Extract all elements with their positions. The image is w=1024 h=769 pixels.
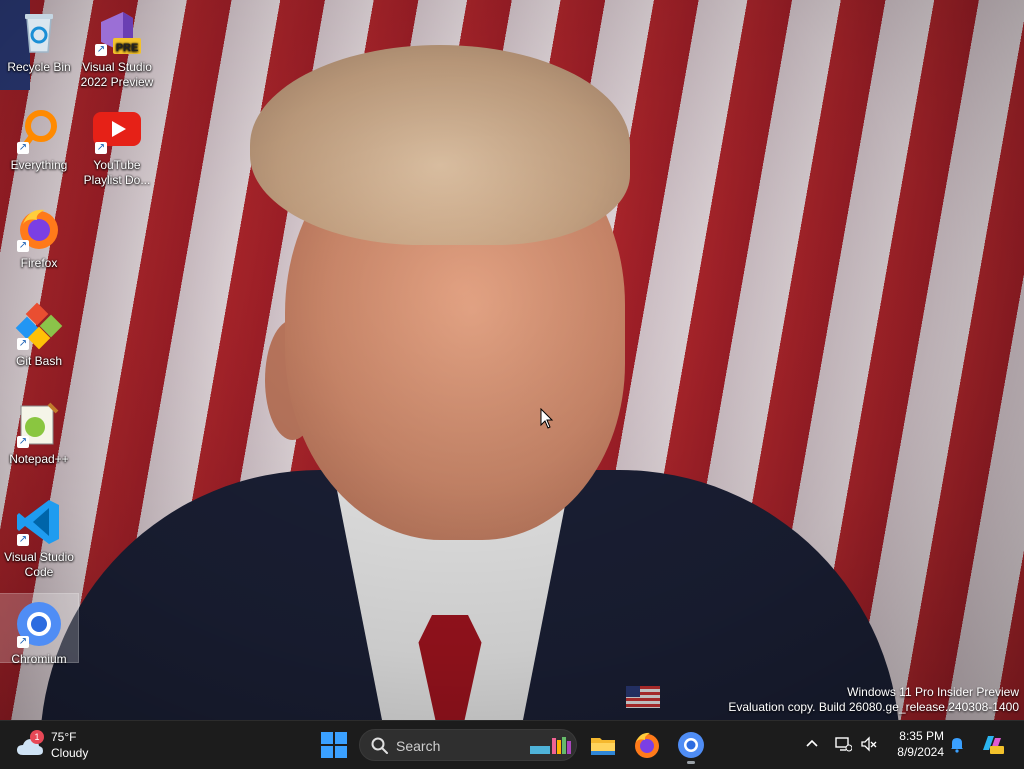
desktop-icon-label: Firefox (20, 256, 58, 270)
pre-badge: PRE (116, 42, 139, 54)
git-bash-icon: ↗ (15, 302, 63, 350)
volume-muted-icon[interactable] (860, 735, 878, 753)
desktop-icon-everything[interactable]: ↗ Everything (0, 100, 78, 173)
shortcut-arrow-icon: ↗ (17, 436, 29, 448)
recycle-bin-icon (15, 8, 63, 56)
file-explorer-icon (591, 738, 615, 755)
desktop-icon-label: Git Bash (15, 354, 63, 368)
mouse-cursor-icon (540, 407, 554, 430)
taskbar-firefox[interactable] (631, 729, 663, 761)
notification-bell-icon[interactable] (948, 735, 966, 753)
weather-alert-badge: 1 (30, 730, 44, 744)
clock-time: 8:35 PM (899, 729, 944, 743)
desktop-icon-firefox[interactable]: ↗ Firefox (0, 198, 78, 271)
shortcut-arrow-icon: ↗ (17, 338, 29, 350)
desktop-icon-recycle-bin[interactable]: Recycle Bin (0, 2, 78, 75)
desktop-icon-label: Recycle Bin (7, 60, 71, 74)
desktop-icon-git-bash[interactable]: ↗ Git Bash (0, 296, 78, 369)
firefox-icon: ↗ (15, 204, 63, 252)
chromium-icon: ↗ (15, 600, 63, 648)
weather-condition: Cloudy (51, 746, 89, 760)
desktop-icon-chromium[interactable]: ↗ Chromium (0, 593, 79, 666)
desktop-icon-label: YouTube Playlist Do... (83, 158, 151, 187)
windows-watermark: Windows 11 Pro Insider Preview Evaluatio… (728, 685, 1019, 715)
firefox-icon (635, 732, 659, 758)
shortcut-arrow-icon: ↗ (17, 534, 29, 546)
clock-date: 8/9/2024 (897, 745, 944, 759)
desktop-icon-youtube-playlist[interactable]: ↗ YouTube Playlist Do... (78, 100, 156, 188)
shortcut-arrow-icon: ↗ (95, 142, 107, 154)
search-icon (371, 737, 389, 755)
running-indicator (687, 761, 695, 764)
show-hidden-icons-chevron-icon[interactable] (804, 735, 820, 751)
shortcut-arrow-icon: ↗ (17, 240, 29, 252)
search-highlight-books-icon (526, 734, 574, 758)
shortcut-arrow-icon: ↗ (95, 44, 107, 56)
search-placeholder: Search (396, 738, 441, 754)
start-button[interactable] (321, 732, 347, 758)
desktop-icon-label: Everything (10, 158, 68, 172)
windows-logo-icon (321, 732, 347, 758)
youtube-icon: ↗ (93, 106, 141, 154)
taskbar-search-box[interactable]: Search (359, 729, 577, 761)
desktop-icon-visual-studio-preview[interactable]: PRE ↗ Visual Studio 2022 Preview (78, 2, 156, 90)
watermark-build: Evaluation copy. Build 26080.ge_release.… (728, 700, 1019, 714)
weather-temperature: 75°F (51, 730, 77, 744)
desktop-icon-label: Visual Studio Code (4, 550, 74, 579)
desktop-icon-label: Chromium (11, 652, 67, 666)
shortcut-arrow-icon: ↗ (17, 142, 29, 154)
vscode-icon: ↗ (15, 498, 63, 546)
desktop-icon-label: Notepad++ (9, 452, 69, 466)
everything-search-icon: ↗ (15, 106, 63, 154)
desktop-icon-label: Visual Studio 2022 Preview (80, 60, 154, 89)
notepad-plus-plus-icon: ↗ (15, 400, 63, 448)
taskbar-file-explorer[interactable] (587, 729, 619, 761)
desktop-icon-vscode[interactable]: ↗ Visual Studio Code (0, 492, 78, 580)
watermark-edition: Windows 11 Pro Insider Preview (847, 685, 1019, 699)
visual-studio-preview-icon: PRE ↗ (93, 8, 141, 56)
copilot-preview-icon[interactable] (980, 732, 1004, 756)
desktop-icon-notepad-plus-plus[interactable]: ↗ Notepad++ (0, 394, 78, 467)
shortcut-arrow-icon: ↗ (17, 636, 29, 648)
chromium-icon (678, 732, 704, 758)
network-icon[interactable] (834, 735, 853, 753)
system-clock[interactable]: 8:35 PM 8/9/2024 (886, 728, 944, 760)
taskbar-chromium[interactable] (675, 729, 707, 764)
taskbar: 1 75°F Cloudy Search 8:35 PM 8/9/2024 (0, 720, 1024, 769)
